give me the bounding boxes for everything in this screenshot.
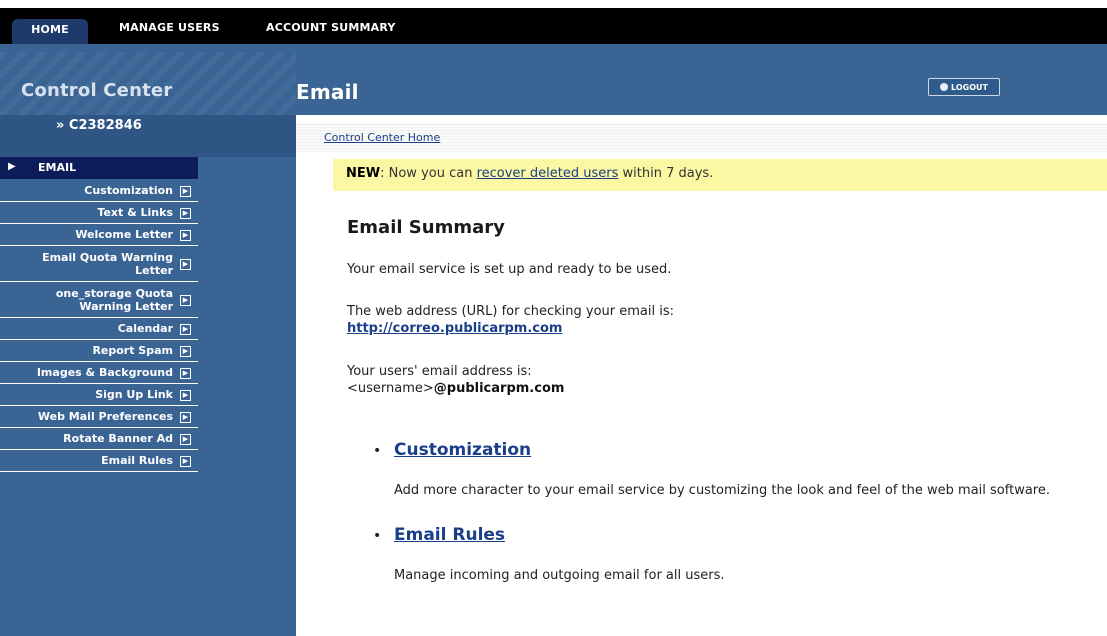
sidebar-item-label: Rotate Banner Ad <box>63 432 173 445</box>
account-id: » C2382846 <box>56 118 142 133</box>
web-url-row: http://correo.publicarpm.com <box>347 321 562 336</box>
sidebar-item-label-line1: Email Quota Warning <box>42 251 173 264</box>
tab-home[interactable]: HOME <box>12 19 88 44</box>
sidebar-item-label: Customization <box>84 184 173 197</box>
email-rules-link[interactable]: Email Rules <box>394 525 505 545</box>
control-center-title: Control Center <box>21 80 173 101</box>
chevron-right-box-icon: ▶ <box>180 186 191 197</box>
breadcrumb-home-link[interactable]: Control Center Home <box>324 131 440 144</box>
sidebar-item-label-line2: Warning Letter <box>79 300 173 313</box>
customization-link[interactable]: Customization <box>394 440 531 460</box>
notice-text: NEW: Now you can recover deleted users w… <box>346 166 713 181</box>
sidebar-item-welcome-letter[interactable]: Welcome Letter ▶ <box>0 224 198 246</box>
email-summary-heading: Email Summary <box>347 217 505 238</box>
notice-text-before: : Now you can <box>380 166 477 181</box>
sidebar-item-rotate-banner-ad[interactable]: Rotate Banner Ad ▶ <box>0 428 198 450</box>
logout-button[interactable]: LOGOUT <box>928 78 1000 96</box>
sidebar-item-customization[interactable]: Customization ▶ <box>0 180 198 202</box>
sidebar-item-email-rules[interactable]: Email Rules ▶ <box>0 450 198 472</box>
sidebar-item-label: Sign Up Link <box>95 388 173 401</box>
sidebar-item-label: Email Rules <box>101 454 173 467</box>
sidebar-item-web-mail-preferences[interactable]: Web Mail Preferences ▶ <box>0 406 198 428</box>
bullet-icon: • <box>373 528 382 544</box>
chevron-right-box-icon: ▶ <box>180 230 191 241</box>
sidebar-item-sign-up-link[interactable]: Sign Up Link ▶ <box>0 384 198 406</box>
sidebar-item-label: Text & Links <box>97 206 173 219</box>
sidebar-item-label: Images & Background <box>36 366 173 379</box>
account-row <box>0 115 296 157</box>
sidebar-item-email-quota-warning-letter[interactable]: Email Quota Warning Letter ▶ <box>0 246 198 282</box>
triangle-right-icon: ▶ <box>8 161 16 172</box>
recover-deleted-users-link[interactable]: recover deleted users <box>477 166 619 181</box>
chevron-right-box-icon: ▶ <box>180 368 191 379</box>
webmail-url-link[interactable]: http://correo.publicarpm.com <box>347 321 562 336</box>
chevron-right-box-icon: ▶ <box>180 295 191 306</box>
email-address-row: <username>@publicarpm.com <box>347 381 564 396</box>
chevron-right-box-icon: ▶ <box>180 434 191 445</box>
top-nav: HOME MANAGE USERS ACCOUNT SUMMARY <box>0 8 1107 44</box>
sidebar-item-label-line1: one_storage Quota <box>55 287 173 300</box>
chevron-right-box-icon: ▶ <box>180 259 191 270</box>
sidebar-item-label: Calendar <box>117 322 173 335</box>
sidebar-item-report-spam[interactable]: Report Spam ▶ <box>0 340 198 362</box>
sidebar-section-label: EMAIL <box>38 161 77 174</box>
sidebar-item-label: one_storage Quota Warning Letter <box>56 287 173 313</box>
sidebar-item-label: Report Spam <box>92 344 173 357</box>
sidebar-item-images-background[interactable]: Images & Background ▶ <box>0 362 198 384</box>
chevron-right-box-icon: ▶ <box>180 412 191 423</box>
customization-description: Add more character to your email service… <box>394 483 1050 498</box>
sidebar-item-label-line2: Letter <box>135 264 173 277</box>
sidebar-item-one-storage-quota-warning-letter[interactable]: one_storage Quota Warning Letter ▶ <box>0 282 198 318</box>
chevron-right-box-icon: ▶ <box>180 390 191 401</box>
tab-manage-users[interactable]: MANAGE USERS <box>119 21 220 34</box>
page-title: Email <box>296 80 359 104</box>
bullet-icon: • <box>373 443 382 459</box>
email-rules-description: Manage incoming and outgoing email for a… <box>394 568 725 583</box>
web-address-text: The web address (URL) for checking your … <box>347 304 675 319</box>
logout-icon <box>940 83 949 91</box>
sidebar-item-text-links[interactable]: Text & Links ▶ <box>0 202 198 224</box>
address-text: Your users' email address is: <box>347 364 532 379</box>
username-placeholder: <username> <box>347 381 434 396</box>
chevron-right-box-icon: ▶ <box>180 324 191 335</box>
chevron-right-box-icon: ▶ <box>180 346 191 357</box>
chevron-right-box-icon: ▶ <box>180 456 191 467</box>
notice-new-label: NEW <box>346 166 381 181</box>
ready-text: Your email service is set up and ready t… <box>347 262 672 277</box>
sidebar-item-label: Web Mail Preferences <box>37 410 173 423</box>
notice-banner: NEW: Now you can recover deleted users w… <box>333 159 1107 191</box>
email-domain: @publicarpm.com <box>433 381 565 396</box>
sidebar-item-label: Email Quota Warning Letter <box>42 251 173 277</box>
notice-text-after: within 7 days. <box>618 166 714 181</box>
tab-account-summary[interactable]: ACCOUNT SUMMARY <box>266 21 396 34</box>
chevron-right-box-icon: ▶ <box>180 208 191 219</box>
logout-label: LOGOUT <box>951 83 988 92</box>
sidebar-item-calendar[interactable]: Calendar ▶ <box>0 318 198 340</box>
sidebar-item-label: Welcome Letter <box>75 228 173 241</box>
sidebar-section-email[interactable]: ▶ EMAIL <box>0 157 198 179</box>
top-strip <box>0 0 1107 8</box>
